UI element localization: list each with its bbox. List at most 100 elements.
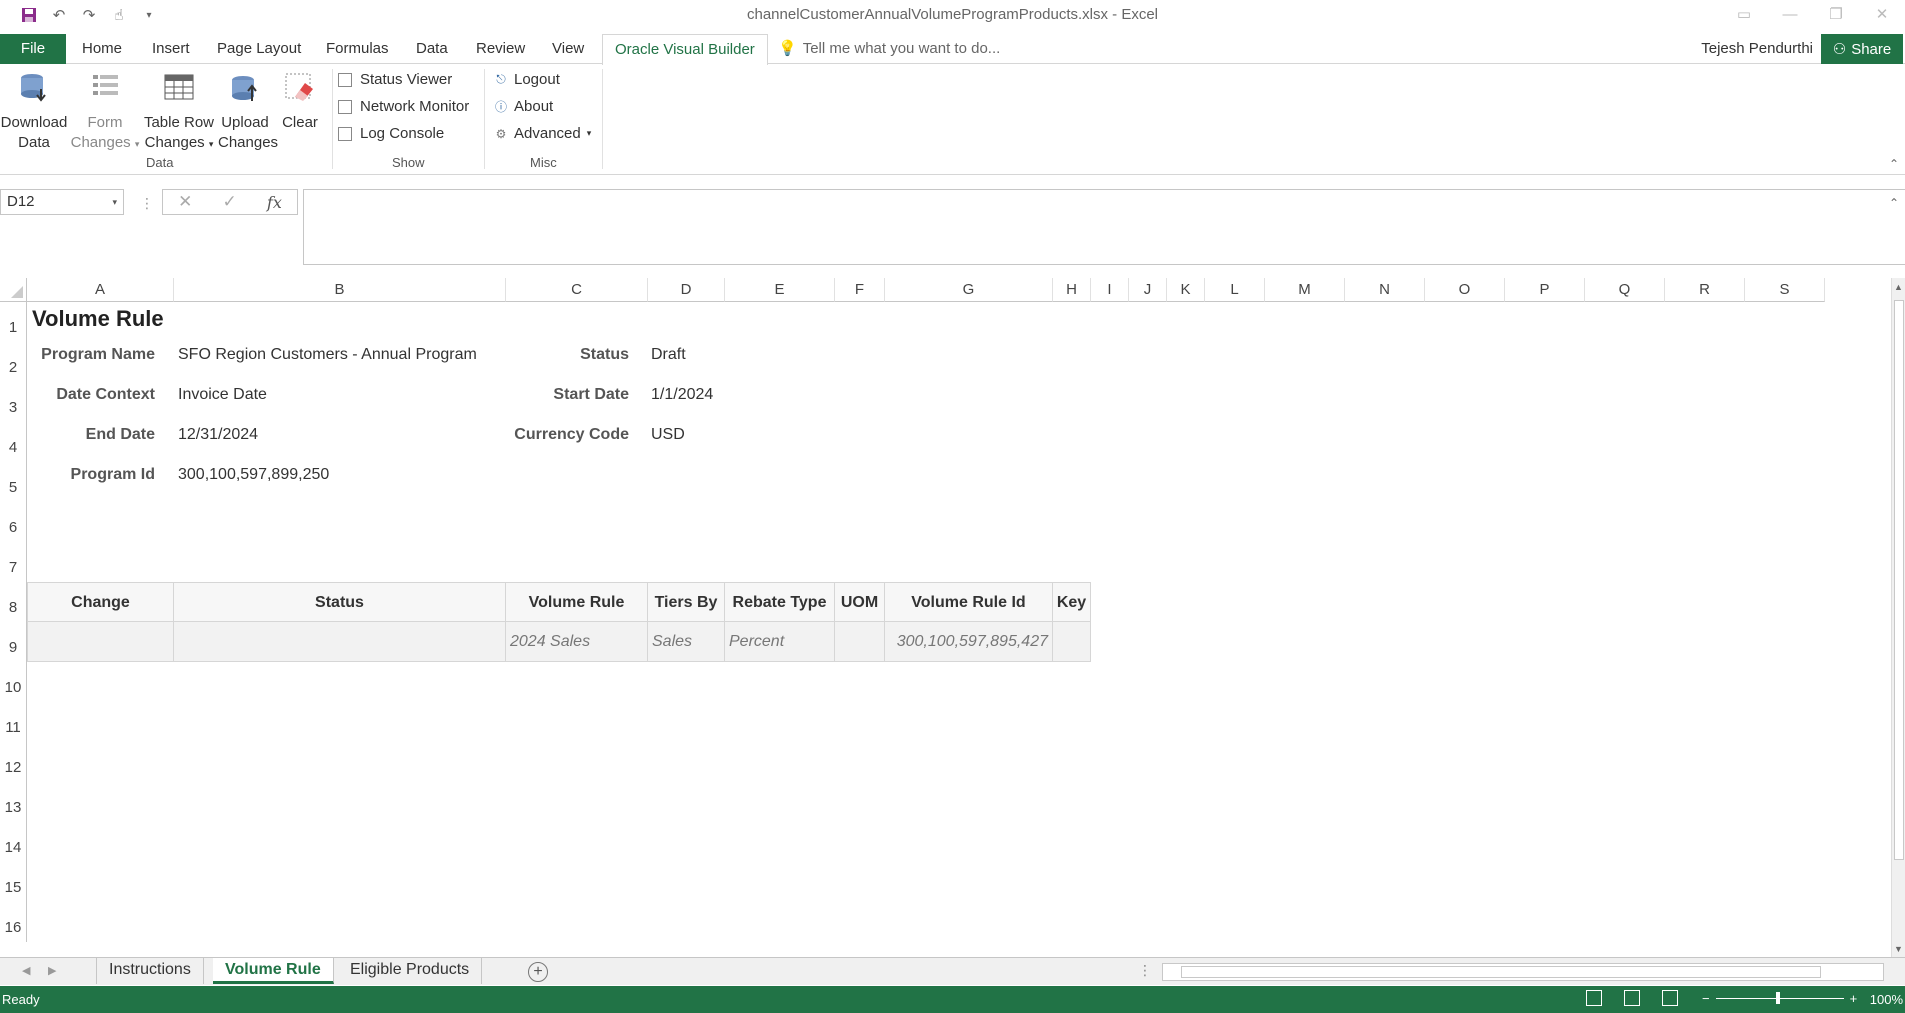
table-cell-key[interactable]	[1053, 622, 1091, 662]
column-header[interactable]: G	[885, 278, 1053, 302]
table-cell-status[interactable]	[174, 622, 506, 662]
vertical-scroll-thumb[interactable]	[1894, 300, 1904, 860]
program-id-value[interactable]: 300,100,597,899,250	[178, 466, 329, 484]
normal-view-icon[interactable]	[1586, 990, 1602, 1006]
about-button[interactable]: ⓘ About	[494, 98, 553, 115]
restore-icon[interactable]: ❐	[1813, 0, 1859, 28]
next-sheet-icon[interactable]: ▶	[48, 964, 56, 977]
row-header[interactable]: 13	[0, 782, 27, 822]
column-header[interactable]: N	[1345, 278, 1425, 302]
row-header[interactable]: 8	[0, 582, 27, 622]
table-header-volume-rule[interactable]: Volume Rule	[506, 582, 648, 622]
row-header[interactable]: 7	[0, 542, 27, 582]
insert-function-icon[interactable]: fx	[267, 193, 282, 212]
row-header[interactable]: 10	[0, 662, 27, 702]
row-header[interactable]: 16	[0, 902, 27, 942]
column-header[interactable]: L	[1205, 278, 1265, 302]
ribbon-display-icon[interactable]: ▭	[1721, 0, 1767, 28]
name-box-dropdown-icon[interactable]: ▾	[112, 190, 117, 214]
table-cell-volume-rule-id[interactable]: 300,100,597,895,427	[885, 622, 1053, 662]
program-name-value[interactable]: SFO Region Customers - Annual Program	[178, 346, 477, 364]
table-cell-uom[interactable]	[835, 622, 885, 662]
tab-page-layout[interactable]: Page Layout	[205, 34, 313, 64]
row-header[interactable]: 11	[0, 702, 27, 742]
zoom-track[interactable]	[1715, 992, 1844, 1004]
clear-button[interactable]: Clear	[276, 71, 324, 133]
table-header-uom[interactable]: UOM	[835, 582, 885, 622]
table-header-rebate-type[interactable]: Rebate Type	[725, 582, 835, 622]
collapse-formula-bar-icon[interactable]: ⌃	[1889, 196, 1899, 210]
tab-review[interactable]: Review	[464, 34, 537, 64]
table-header-change[interactable]: Change	[27, 582, 174, 622]
share-button[interactable]: ⚇ Share	[1821, 34, 1903, 64]
column-header[interactable]: C	[506, 278, 648, 302]
table-header-volume-rule-id[interactable]: Volume Rule Id	[885, 582, 1053, 622]
currency-code-value[interactable]: USD	[651, 426, 685, 444]
sheet-tab-instructions[interactable]: Instructions	[96, 958, 204, 984]
sheet-tab-volume-rule[interactable]: Volume Rule	[213, 958, 334, 984]
network-monitor-checkbox[interactable]: Network Monitor	[338, 98, 469, 115]
table-cell-tiers-by[interactable]: Sales	[648, 622, 725, 662]
log-console-checkbox[interactable]: Log Console	[338, 125, 444, 142]
table-header-key[interactable]: Key	[1053, 582, 1091, 622]
sheet-tab-eligible-products[interactable]: Eligible Products	[338, 958, 483, 984]
column-header[interactable]: K	[1167, 278, 1205, 302]
row-header[interactable]: 12	[0, 742, 27, 782]
column-header[interactable]: A	[27, 278, 174, 302]
end-date-value[interactable]: 12/31/2024	[178, 426, 258, 444]
vertical-scrollbar[interactable]: ▲ ▼	[1891, 278, 1905, 958]
date-context-value[interactable]: Invoice Date	[178, 386, 267, 404]
enter-icon[interactable]: ✓	[223, 192, 237, 212]
sheet-title[interactable]: Volume Rule	[32, 306, 164, 332]
formula-bar-grip-icon[interactable]: ⋮	[140, 195, 154, 212]
column-header[interactable]: R	[1665, 278, 1745, 302]
row-header[interactable]: 6	[0, 502, 27, 542]
table-cell-change[interactable]	[27, 622, 174, 662]
upload-changes-button[interactable]: Upload Changes	[218, 71, 278, 153]
cancel-icon[interactable]: ✕	[178, 192, 192, 212]
column-header[interactable]: B	[174, 278, 506, 302]
prev-sheet-icon[interactable]: ◀	[22, 964, 30, 977]
advanced-button[interactable]: ⚙ Advanced ▾	[494, 125, 592, 142]
zoom-slider[interactable]: − +	[1702, 991, 1857, 1006]
tab-file[interactable]: File	[0, 34, 66, 64]
row-header[interactable]: 5	[0, 462, 27, 502]
row-header[interactable]: 3	[0, 382, 27, 422]
column-header[interactable]: F	[835, 278, 885, 302]
zoom-out-icon[interactable]: −	[1702, 991, 1710, 1006]
row-header[interactable]: 9	[0, 622, 27, 662]
table-cell-volume-rule[interactable]: 2024 Sales	[506, 622, 648, 662]
column-header[interactable]: E	[725, 278, 835, 302]
row-header[interactable]: 15	[0, 862, 27, 902]
tab-insert[interactable]: Insert	[140, 34, 202, 64]
minimize-icon[interactable]: —	[1767, 0, 1813, 28]
tab-home[interactable]: Home	[70, 34, 134, 64]
table-header-status[interactable]: Status	[174, 582, 506, 622]
name-box[interactable]: D12 ▾	[0, 189, 124, 215]
column-header[interactable]: J	[1129, 278, 1167, 302]
table-cell-rebate-type[interactable]: Percent	[725, 622, 835, 662]
add-sheet-button[interactable]: +	[528, 962, 548, 982]
column-header[interactable]: I	[1091, 278, 1129, 302]
column-header[interactable]: Q	[1585, 278, 1665, 302]
tab-view[interactable]: View	[540, 34, 596, 64]
tab-formulas[interactable]: Formulas	[314, 34, 401, 64]
row-header[interactable]: 1	[0, 302, 27, 342]
logout-button[interactable]: ⎋ Logout	[494, 71, 560, 88]
start-date-value[interactable]: 1/1/2024	[651, 386, 713, 404]
status-value[interactable]: Draft	[651, 346, 686, 364]
column-header[interactable]: H	[1053, 278, 1091, 302]
table-row-changes-button[interactable]: Table Row Changes ▾	[142, 71, 216, 154]
column-header[interactable]: P	[1505, 278, 1585, 302]
table-header-tiers-by[interactable]: Tiers By	[648, 582, 725, 622]
column-header[interactable]: M	[1265, 278, 1345, 302]
status-viewer-checkbox[interactable]: Status Viewer	[338, 71, 452, 88]
download-data-button[interactable]: Download Data	[0, 71, 68, 153]
column-header[interactable]: D	[648, 278, 725, 302]
row-header[interactable]: 4	[0, 422, 27, 462]
select-all-button[interactable]	[0, 278, 27, 302]
page-layout-view-icon[interactable]	[1624, 990, 1640, 1006]
row-header[interactable]: 14	[0, 822, 27, 862]
user-name[interactable]: Tejesh Pendurthi	[1701, 34, 1813, 64]
column-header[interactable]: S	[1745, 278, 1825, 302]
